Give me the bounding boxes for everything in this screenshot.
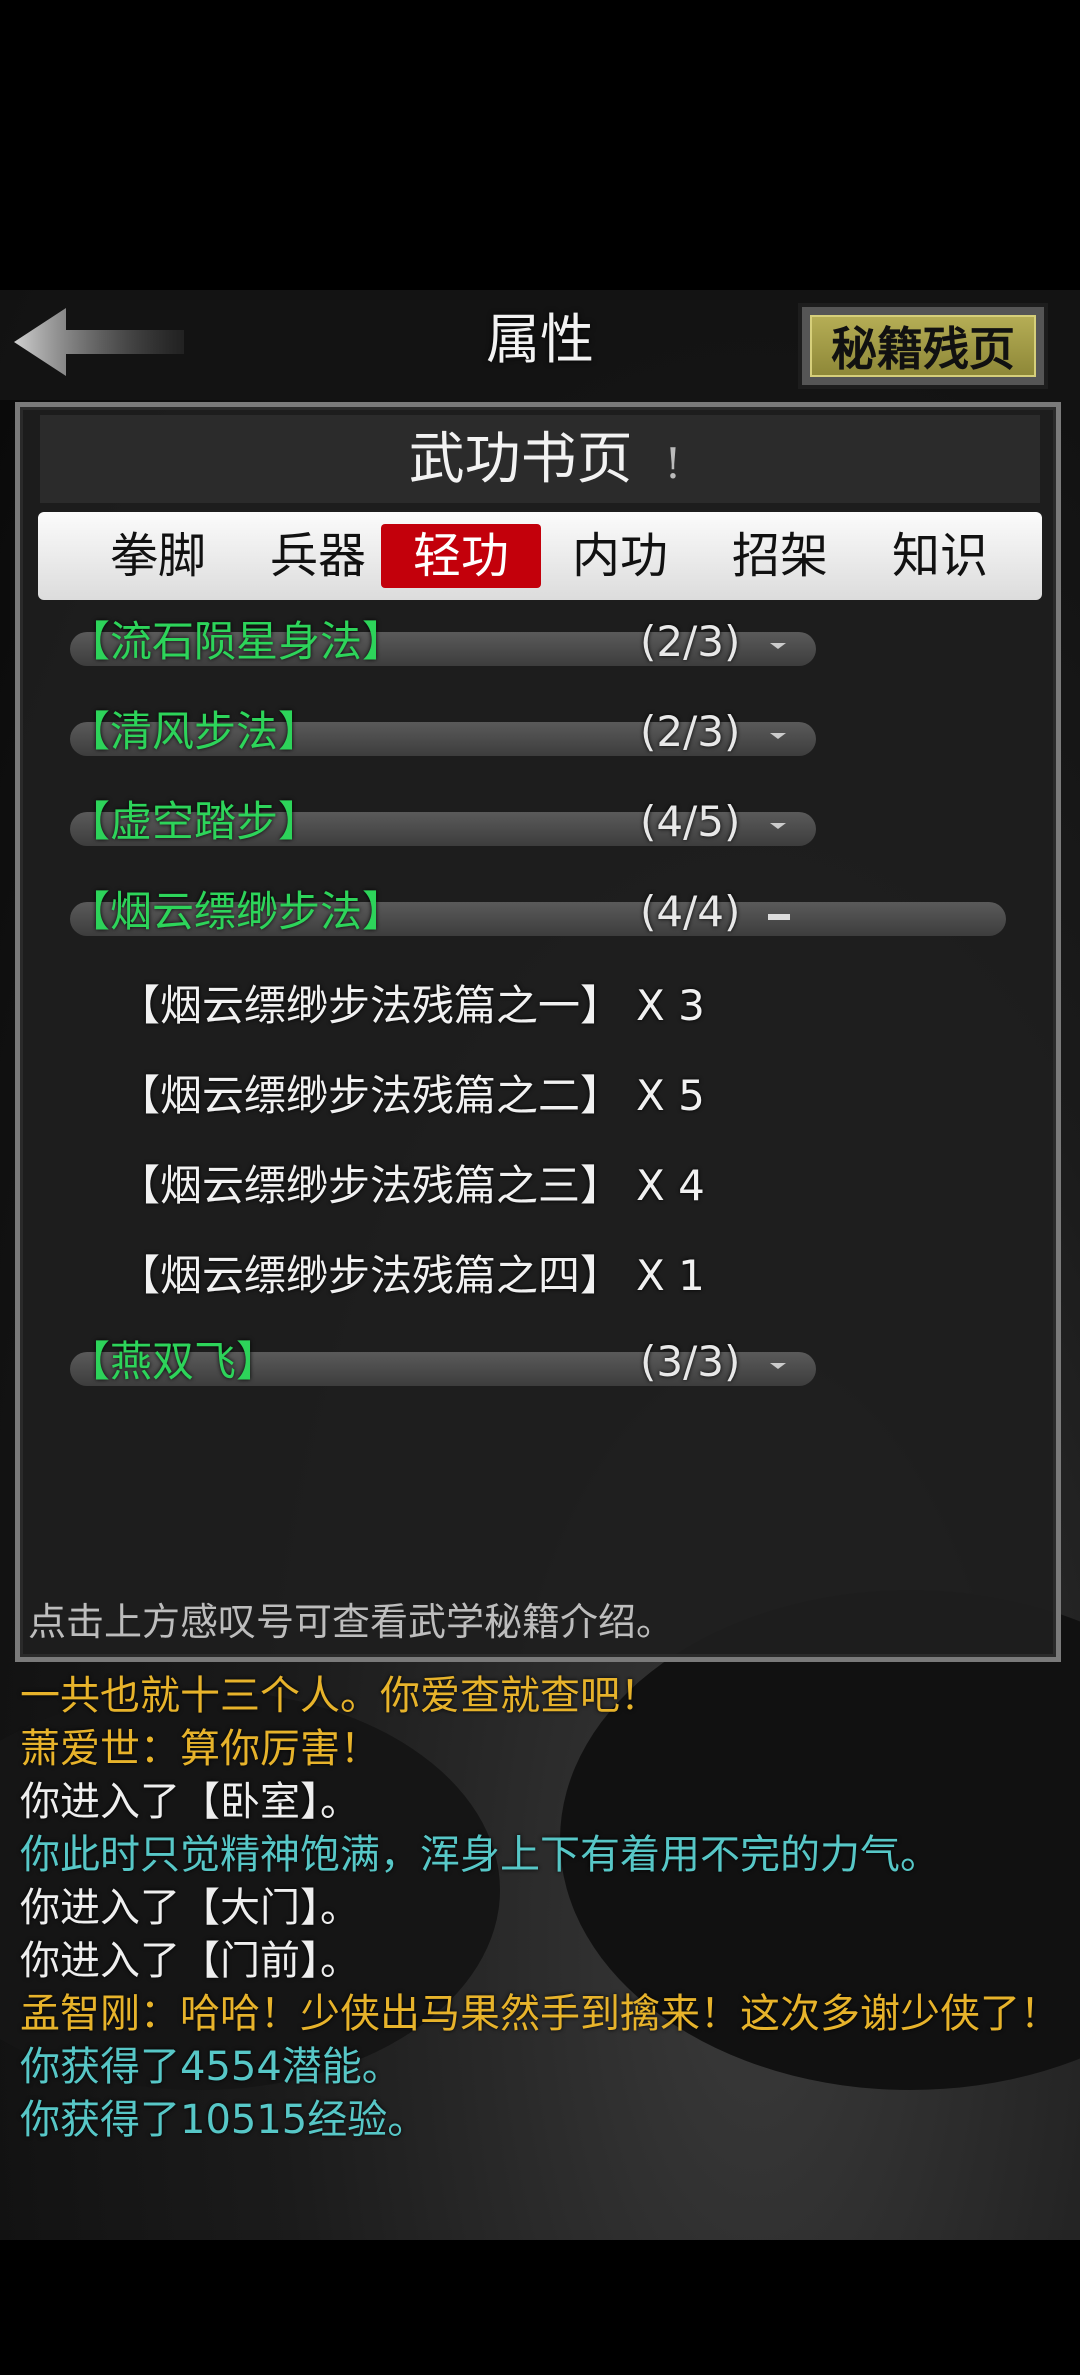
fragment-qty: X 3 <box>636 981 705 1030</box>
fragment-item: 【烟云缥缈步法残篇之二】 X 5 <box>118 1068 705 1124</box>
book-count: (2/3) <box>640 707 741 756</box>
book-name: 【燕双飞】 <box>68 1337 279 1386</box>
book-row[interactable]: 【燕双飞】 (3/3) <box>56 1337 816 1390</box>
tab-parry[interactable]: 招架 <box>700 524 860 588</box>
secret-pages-button[interactable]: 秘籍残页 <box>798 303 1048 389</box>
fragment-item: 【烟云缥缈步法残篇之三】 X 4 <box>118 1158 705 1214</box>
fragment-item: 【烟云缥缈步法残篇之四】 X 1 <box>118 1248 705 1304</box>
book-name: 【虚空踏步】 <box>68 797 321 846</box>
hint-text: 点击上方感叹号可查看武学秘籍介绍。 <box>28 1600 675 1644</box>
log-line: 萧爱世：算你厉害！ <box>20 1726 380 1772</box>
book-count: (4/4) <box>640 887 741 936</box>
back-arrow-icon[interactable] <box>14 304 184 380</box>
book-row[interactable]: 【虚空踏步】 (4/5) <box>56 797 816 850</box>
fragment-name: 【烟云缥缈步法残篇之一】 <box>118 981 623 1030</box>
tab-weapon[interactable]: 兵器 <box>238 524 398 588</box>
chevron-down-icon <box>770 733 786 739</box>
book-row[interactable]: 【流石陨星身法】 (2/3) <box>56 617 816 670</box>
log-line: 你获得了4554潜能。 <box>20 2044 402 2090</box>
fragment-name: 【烟云缥缈步法残篇之三】 <box>118 1161 623 1210</box>
panel-title-text: 武功书页 <box>408 427 633 492</box>
log-line: 你进入了【门前】。 <box>20 1938 360 1984</box>
page-title: 属性 <box>486 308 594 371</box>
tab-fist[interactable]: 拳脚 <box>78 524 238 588</box>
log-line: 一共也就十三个人。你爱查就查吧！ <box>20 1673 660 1719</box>
tab-lightness[interactable]: 轻功 <box>381 524 541 588</box>
fragment-item: 【烟云缥缈步法残篇之一】 X 3 <box>118 978 705 1034</box>
chevron-down-icon <box>770 1363 786 1369</box>
fragment-name: 【烟云缥缈步法残篇之四】 <box>118 1251 623 1300</box>
fragment-qty: X 5 <box>636 1071 705 1120</box>
book-count: (4/5) <box>640 797 741 846</box>
message-log: 一共也就十三个人。你爱查就查吧！ 萧爱世：算你厉害！ 你进入了【卧室】。 你此时… <box>20 1670 1060 2147</box>
collapse-icon <box>768 914 790 920</box>
tab-inner[interactable]: 内功 <box>540 524 700 588</box>
panel-title: 武功书页 ! <box>380 420 710 500</box>
book-row[interactable]: 【清风步法】 (2/3) <box>56 707 816 760</box>
book-name: 【流石陨星身法】 <box>68 617 405 666</box>
secret-pages-label: 秘籍残页 <box>810 315 1036 377</box>
book-count: (2/3) <box>640 617 741 666</box>
tab-knowledge[interactable]: 知识 <box>860 524 1020 588</box>
fragment-qty: X 4 <box>636 1161 705 1210</box>
log-line: 你进入了【卧室】。 <box>20 1779 360 1825</box>
chevron-down-icon <box>770 823 786 829</box>
log-line: 你此时只觉精神饱满，浑身上下有着用不完的力气。 <box>20 1832 940 1878</box>
book-count: (3/3) <box>640 1337 741 1386</box>
log-line: 你获得了10515经验。 <box>20 2097 428 2143</box>
info-exclaim-icon[interactable]: ! <box>664 439 681 488</box>
skill-tabs: 拳脚 兵器 轻功 内功 招架 知识 <box>38 512 1042 600</box>
book-name: 【烟云缥缈步法】 <box>68 887 405 936</box>
chevron-down-icon <box>770 643 786 649</box>
fragment-name: 【烟云缥缈步法残篇之二】 <box>118 1071 623 1120</box>
log-line: 你进入了【大门】。 <box>20 1885 360 1931</box>
fragment-qty: X 1 <box>636 1251 705 1300</box>
status-area <box>0 0 1080 290</box>
book-row-expanded[interactable]: 【烟云缥缈步法】 (4/4) <box>56 887 1006 940</box>
log-line: 孟智刚：哈哈！少侠出马果然手到擒来！这次多谢少侠了！ <box>20 1991 1060 2037</box>
book-name: 【清风步法】 <box>68 707 321 756</box>
